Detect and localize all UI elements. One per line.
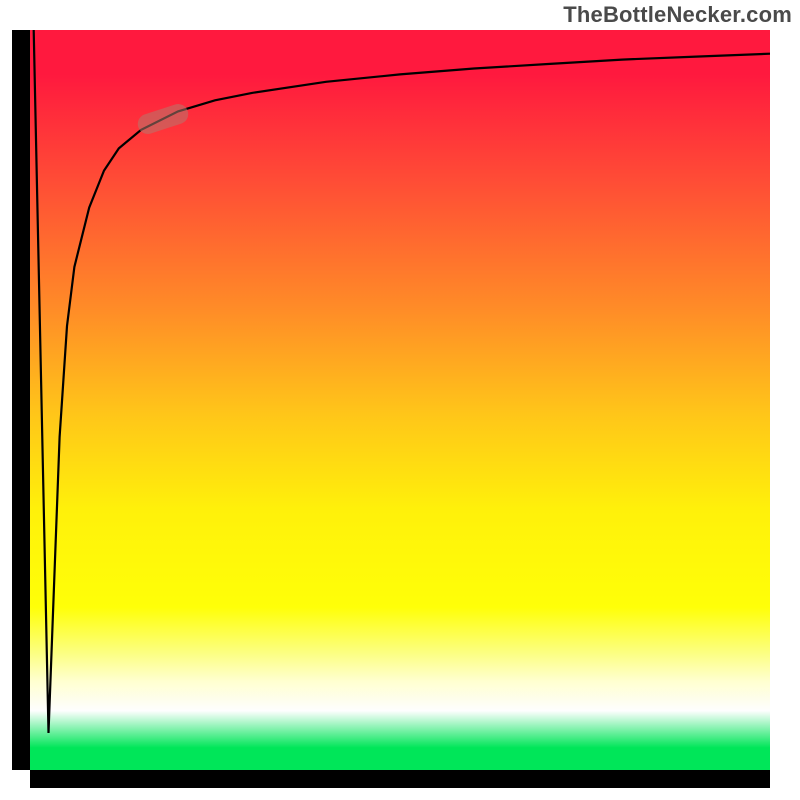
- x-axis-bar: [30, 770, 770, 788]
- chart-root: TheBottleNecker.com: [0, 0, 800, 800]
- plot-gradient-background: [30, 30, 770, 770]
- y-axis-bar: [12, 30, 30, 770]
- attribution-label: TheBottleNecker.com: [563, 2, 792, 28]
